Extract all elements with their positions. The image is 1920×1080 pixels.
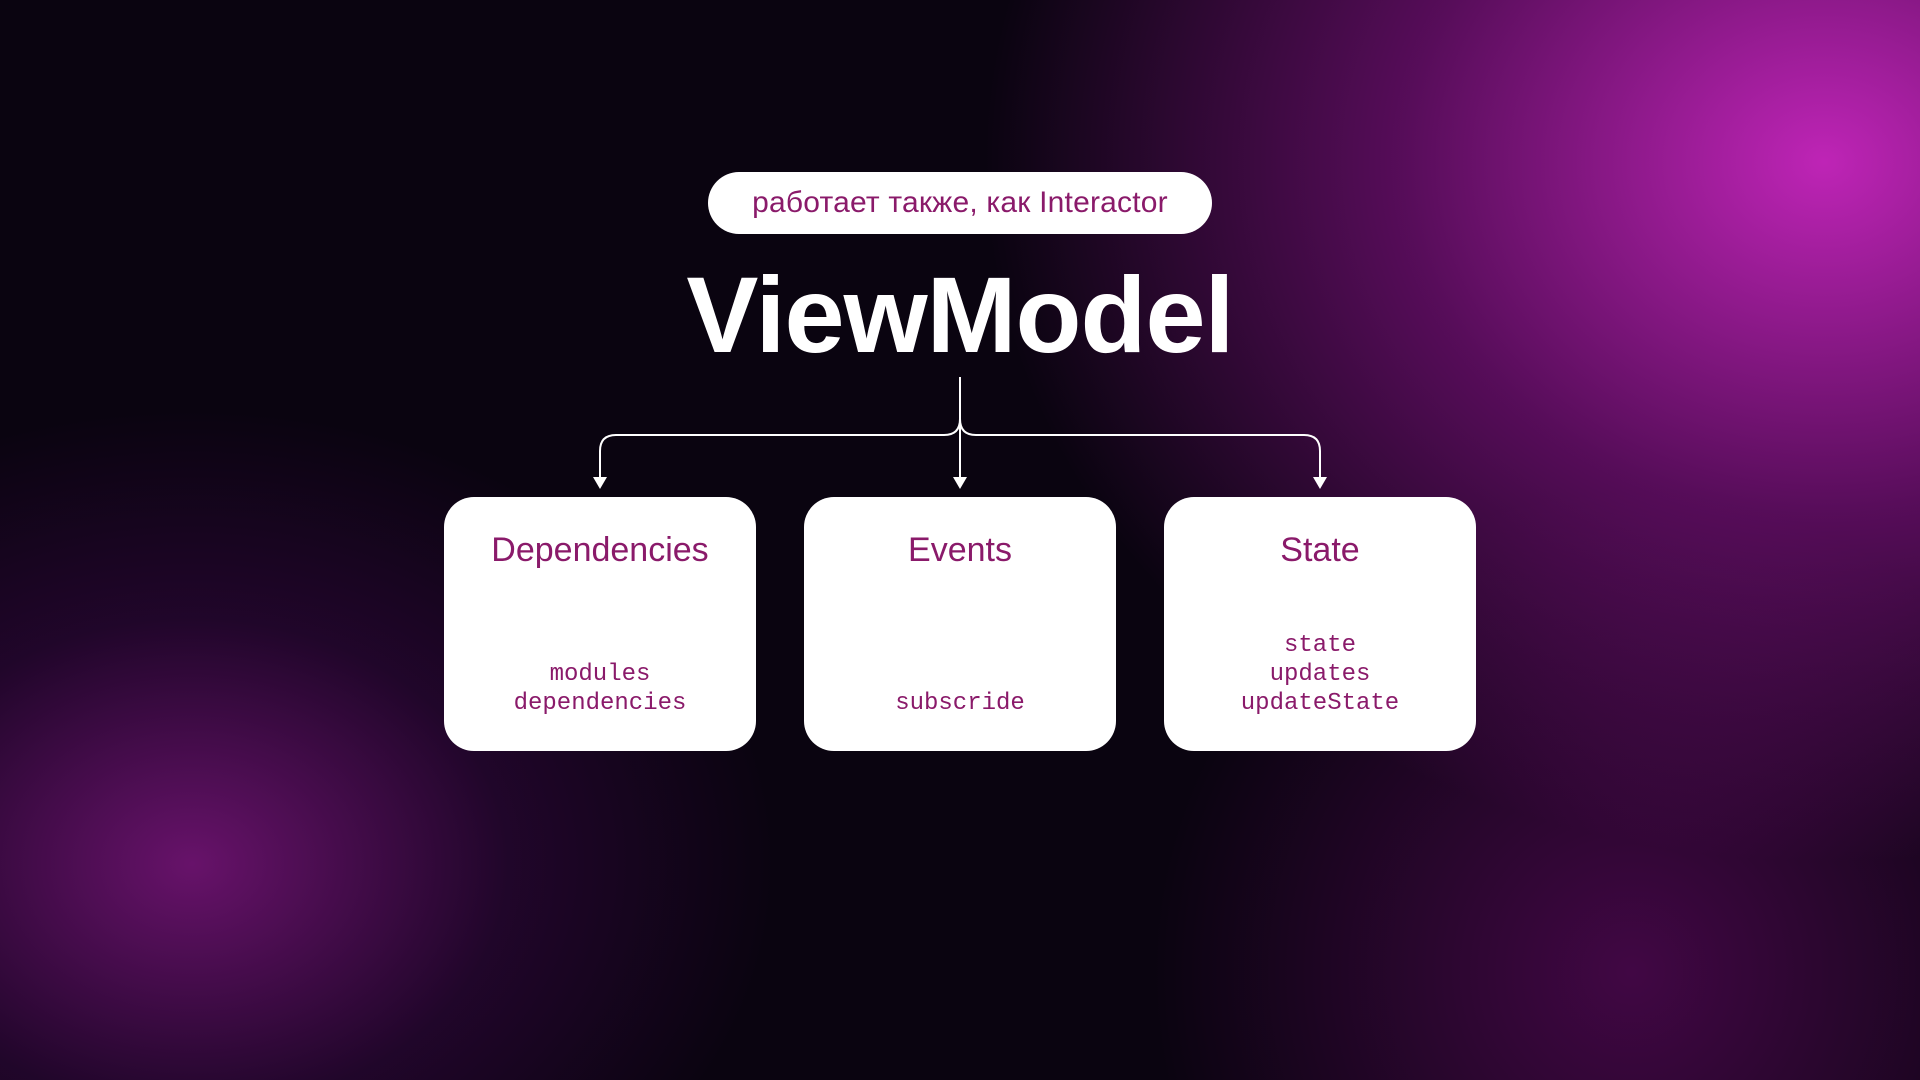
subtitle-text: работает также, как Interactor: [752, 186, 1168, 219]
card-item: modules: [550, 661, 651, 688]
card-title: State: [1280, 531, 1359, 570]
card-dependencies: Dependencies modules dependencies: [444, 497, 756, 751]
cards-row: Dependencies modules dependencies Events…: [444, 497, 1476, 751]
card-title: Dependencies: [491, 531, 708, 570]
card-item: subscride: [895, 690, 1025, 717]
card-items: modules dependencies: [514, 661, 687, 717]
page-title: ViewModel: [686, 252, 1233, 377]
connector-lines: [442, 377, 1478, 497]
card-title: Events: [908, 531, 1012, 570]
diagram-stage: работает также, как Interactor ViewModel…: [0, 0, 1920, 1080]
card-state: State state updates updateState: [1164, 497, 1476, 751]
card-item: state: [1284, 632, 1356, 659]
card-items: subscride: [895, 690, 1025, 717]
card-item: updates: [1270, 661, 1371, 688]
subtitle-badge: работает также, как Interactor: [708, 172, 1212, 234]
card-events: Events subscride: [804, 497, 1116, 751]
card-item: updateState: [1241, 690, 1399, 717]
card-item: dependencies: [514, 690, 687, 717]
card-items: state updates updateState: [1241, 632, 1399, 717]
